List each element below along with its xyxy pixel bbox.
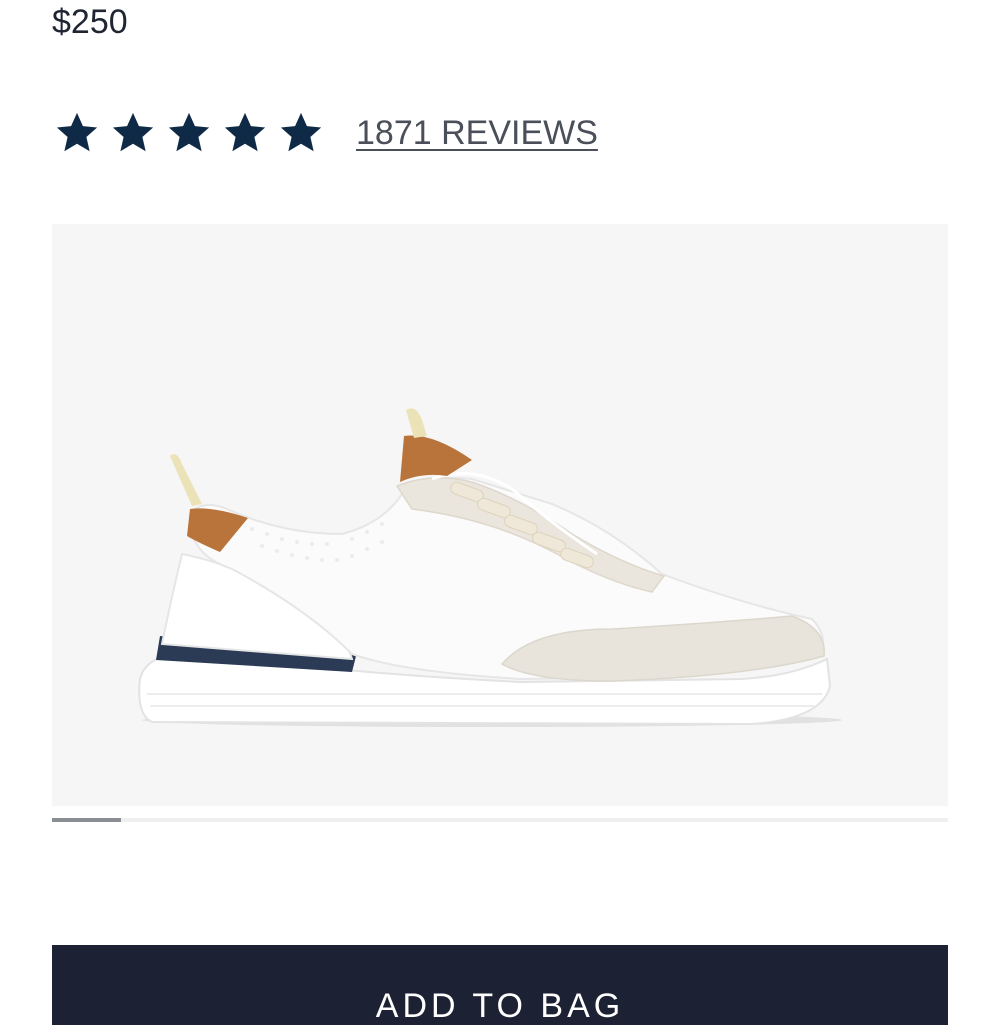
gallery-progress-bar bbox=[52, 818, 948, 822]
star-icon bbox=[54, 110, 100, 156]
star-icon bbox=[222, 110, 268, 156]
add-to-bag-label: ADD TO BAG bbox=[375, 987, 625, 1025]
reviews-link[interactable]: 1871 REVIEWS bbox=[356, 114, 598, 153]
gallery-progress-fill bbox=[52, 818, 121, 822]
product-price: $250 bbox=[52, 3, 128, 41]
star-icon bbox=[166, 110, 212, 156]
star-icon bbox=[110, 110, 156, 156]
add-to-bag-button[interactable]: ADD TO BAG bbox=[52, 945, 948, 1025]
rating-row: 1871 REVIEWS bbox=[54, 108, 598, 158]
star-rating bbox=[54, 110, 324, 156]
sneaker-image bbox=[138, 408, 842, 727]
star-icon bbox=[278, 110, 324, 156]
product-image-gallery[interactable] bbox=[52, 224, 948, 806]
